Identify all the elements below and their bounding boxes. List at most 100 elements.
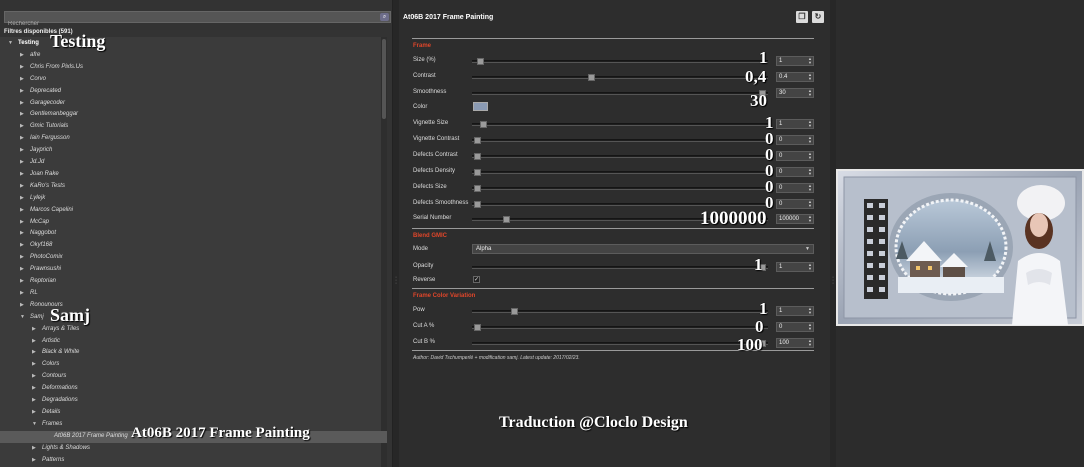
search-icon[interactable]: ⌕ — [380, 13, 389, 21]
expand-right-icon[interactable]: ▶ — [32, 397, 36, 403]
slider-defects-density[interactable] — [472, 169, 768, 176]
tree-item[interactable]: ▶ Lights & Shadows — [0, 443, 387, 455]
expand-right-icon[interactable]: ▶ — [20, 183, 24, 189]
spinbox-vignette-size[interactable]: 1 ▲ ▼ — [776, 119, 814, 129]
expand-right-icon[interactable]: ▶ — [32, 457, 36, 463]
tree-item[interactable]: ▶ KaRo's Tests — [0, 181, 387, 193]
expand-right-icon[interactable]: ▶ — [32, 409, 36, 415]
expand-right-icon[interactable]: ▶ — [20, 123, 24, 129]
tree-item[interactable]: ▶ RL — [0, 288, 387, 300]
spinbox-smoothness[interactable]: 30 ▲ ▼ — [776, 88, 814, 98]
slider-size[interactable] — [472, 58, 768, 65]
spinbox-defects-smoothness[interactable]: 0 ▲ ▼ — [776, 199, 814, 209]
tree-item[interactable]: ▶ Gentlemanbeggar — [0, 109, 387, 121]
spin-arrows-icon[interactable]: ▲ ▼ — [808, 307, 812, 315]
tree-item[interactable]: ▶ McCap — [0, 217, 387, 229]
tree-item[interactable]: ▶ Reptorian — [0, 276, 387, 288]
expand-right-icon[interactable]: ▶ — [20, 52, 24, 58]
tree-item[interactable]: ▶ Joan Rake — [0, 169, 387, 181]
slider-cut-a[interactable] — [472, 324, 768, 331]
expand-right-icon[interactable]: ▶ — [20, 290, 24, 296]
slider-handle[interactable] — [474, 185, 481, 192]
expand-right-icon[interactable]: ▶ — [32, 385, 36, 391]
slider-handle[interactable] — [474, 137, 481, 144]
expand-right-icon[interactable]: ▶ — [20, 171, 24, 177]
mode-select[interactable]: Alpha ▼ — [472, 244, 814, 254]
slider-handle[interactable] — [503, 216, 510, 223]
expand-right-icon[interactable]: ▶ — [32, 349, 36, 355]
slider-opacity[interactable] — [472, 264, 768, 271]
expand-right-icon[interactable]: ▶ — [32, 445, 36, 451]
copy-icon[interactable]: ❐ — [796, 11, 808, 23]
spin-arrows-icon[interactable]: ▲ ▼ — [808, 200, 812, 208]
expand-right-icon[interactable]: ▶ — [32, 338, 36, 344]
tree-item[interactable]: ▶ Iain Fergusson — [0, 133, 387, 145]
expand-right-icon[interactable]: ▶ — [20, 254, 24, 260]
spinbox-defects-size[interactable]: 0 ▲ ▼ — [776, 183, 814, 193]
slider-handle[interactable] — [474, 169, 481, 176]
expand-right-icon[interactable]: ▶ — [20, 242, 24, 248]
spin-arrows-icon[interactable]: ▲ ▼ — [808, 57, 812, 65]
expand-right-icon[interactable]: ▶ — [20, 266, 24, 272]
expand-right-icon[interactable]: ▶ — [20, 135, 24, 141]
tree-item[interactable]: ▶ Garagecoder — [0, 98, 387, 110]
tree-item[interactable]: ▶ PhotoComix — [0, 252, 387, 264]
search-input[interactable] — [5, 19, 375, 29]
tree-item[interactable]: ▶ Contours — [0, 371, 387, 383]
spinbox-vignette-contrast[interactable]: 0 ▲ ▼ — [776, 135, 814, 145]
spinbox-contrast[interactable]: 0.4 ▲ ▼ — [776, 72, 814, 82]
slider-defects-smoothness[interactable] — [472, 201, 768, 208]
spinbox-serial-number[interactable]: 100000 ▲ ▼ — [776, 214, 814, 224]
expand-down-icon[interactable]: ▼ — [32, 421, 37, 427]
tree-item[interactable]: ▶ Deformations — [0, 383, 387, 395]
slider-defects-size[interactable] — [472, 185, 768, 192]
tree-item[interactable]: ▶ Degradations — [0, 395, 387, 407]
slider-defects-contrast[interactable] — [472, 153, 768, 160]
spin-arrows-icon[interactable]: ▲ ▼ — [808, 120, 812, 128]
tree-item[interactable]: ▶ Deprecated — [0, 86, 387, 98]
slider-handle[interactable] — [480, 121, 487, 128]
tree-item[interactable]: ▶ Black & White — [0, 347, 387, 359]
slider-smoothness[interactable] — [472, 90, 768, 97]
spin-arrows-icon[interactable]: ▲ ▼ — [808, 73, 812, 81]
spinbox-cut-a[interactable]: 0 ▲ ▼ — [776, 322, 814, 332]
color-swatch[interactable] — [473, 102, 488, 111]
expand-right-icon[interactable]: ▶ — [20, 207, 24, 213]
expand-right-icon[interactable]: ▶ — [20, 76, 24, 82]
expand-right-icon[interactable]: ▶ — [20, 230, 24, 236]
filter-tree[interactable]: ▼ Testing ▶ afre ▶ Chris From Pixls.Us ▶ Corvo ▶… — [0, 37, 387, 467]
search-box[interactable]: ⌕ — [4, 11, 391, 29]
spinbox-opacity[interactable]: 1 ▲ ▼ — [776, 262, 814, 272]
expand-right-icon[interactable]: ▶ — [32, 326, 36, 332]
slider-handle[interactable] — [474, 201, 481, 208]
slider-pow[interactable] — [472, 308, 768, 315]
spinbox-cut-b[interactable]: 100 ▲ ▼ — [776, 338, 814, 348]
expand-down-icon[interactable]: ▼ — [20, 314, 25, 320]
spin-arrows-icon[interactable]: ▲ ▼ — [808, 168, 812, 176]
spin-arrows-icon[interactable]: ▲ ▼ — [808, 184, 812, 192]
tree-item[interactable]: ▶ Patterns — [0, 455, 387, 467]
tree-item[interactable]: ▶ Prawnsushi — [0, 264, 387, 276]
expand-right-icon[interactable]: ▶ — [20, 88, 24, 94]
slider-contrast[interactable] — [472, 74, 768, 81]
slider-vignette-contrast[interactable] — [472, 137, 768, 144]
spinbox-size[interactable]: 1 ▲ ▼ — [776, 56, 814, 66]
slider-vignette-size[interactable] — [472, 121, 768, 128]
expand-right-icon[interactable]: ▶ — [20, 195, 24, 201]
tree-item[interactable]: ▶ Colors — [0, 359, 387, 371]
expand-right-icon[interactable]: ▶ — [20, 111, 24, 117]
spin-arrows-icon[interactable]: ▲ ▼ — [808, 323, 812, 331]
reset-icon[interactable]: ↻ — [812, 11, 824, 23]
spin-arrows-icon[interactable]: ▲ ▼ — [808, 136, 812, 144]
tree-item[interactable]: ▶ Gmic Tutorials — [0, 121, 387, 133]
spinbox-pow[interactable]: 1 ▲ ▼ — [776, 306, 814, 316]
expand-right-icon[interactable]: ▶ — [20, 100, 24, 106]
spin-arrows-icon[interactable]: ▲ ▼ — [808, 89, 812, 97]
slider-handle[interactable] — [511, 308, 518, 315]
expand-down-icon[interactable]: ▼ — [8, 40, 13, 46]
spin-arrows-icon[interactable]: ▲ ▼ — [808, 152, 812, 160]
tree-item[interactable]: ▶ Naggobot — [0, 228, 387, 240]
expand-right-icon[interactable]: ▶ — [20, 302, 24, 308]
spinbox-defects-density[interactable]: 0 ▲ ▼ — [776, 167, 814, 177]
expand-right-icon[interactable]: ▶ — [20, 219, 24, 225]
